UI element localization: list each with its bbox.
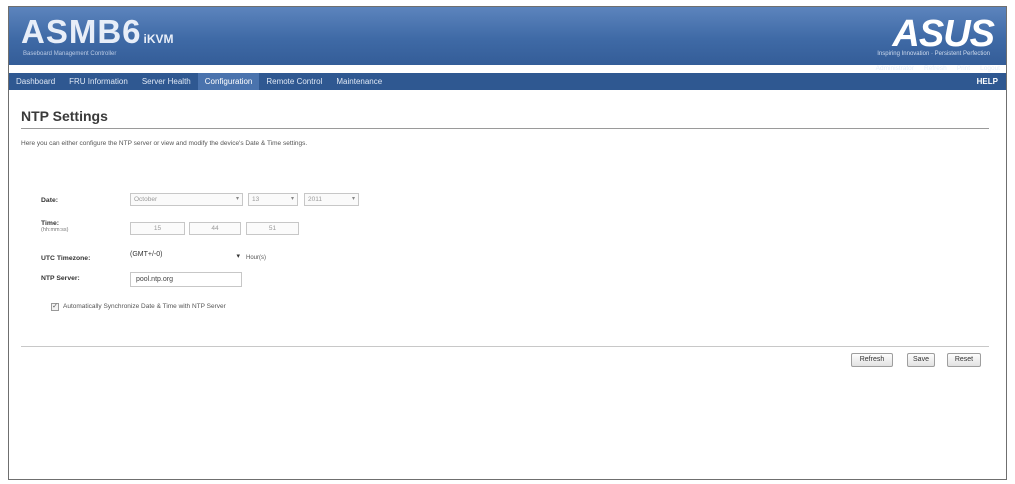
brand-name: ASMB6 [21, 13, 142, 50]
reset-button[interactable]: Reset [947, 353, 981, 367]
tab-maintenance[interactable]: Maintenance [329, 73, 389, 90]
help-link[interactable]: HELP [969, 77, 1006, 86]
form-divider [21, 346, 989, 347]
chevron-down-icon: ▾ [236, 253, 240, 260]
date-label: Date: [41, 197, 58, 204]
time-format-hint: (hh:mm:ss) [41, 227, 69, 233]
month-value: October [134, 196, 158, 203]
tab-configuration[interactable]: Configuration [197, 73, 260, 90]
tab-dashboard[interactable]: Dashboard [9, 73, 62, 90]
second-input[interactable]: 51 [246, 222, 299, 235]
minute-input[interactable]: 44 [189, 222, 241, 235]
day-select[interactable]: 13 ▾ [248, 193, 298, 206]
day-value: 13 [252, 196, 260, 203]
utc-timezone-label: UTC Timezone: [41, 255, 91, 262]
page-description: Here you can either configure the NTP se… [21, 140, 308, 147]
chevron-down-icon: ▾ [235, 196, 239, 202]
logout-link[interactable]: Logout [980, 65, 1000, 73]
time-label: Time: (hh:mm:ss) [41, 220, 69, 233]
logo-tagline: Inspiring Innovation · Persistent Perfec… [877, 51, 990, 57]
checkmark-icon: ✓ [52, 303, 58, 310]
brand-tagline: Baseboard Management Controller [23, 51, 117, 57]
year-select[interactable]: 2011 ▾ [304, 193, 359, 206]
brand-sub: iKVM [143, 32, 174, 46]
tab-remote-control[interactable]: Remote Control [259, 73, 329, 90]
year-value: 2011 [308, 196, 322, 203]
utility-links: Administrator Refresh Print Logout [876, 65, 1000, 73]
app-window: ASMB6 iKVM Baseboard Management Controlle… [8, 6, 1007, 480]
auto-sync-checkbox[interactable]: ✓ [51, 303, 59, 311]
ntp-server-label: NTP Server: [41, 275, 80, 282]
title-divider [21, 128, 989, 129]
utc-timezone-select[interactable]: (GMT+/-0) ▾ [130, 251, 240, 265]
time-label-text: Time: [41, 220, 60, 227]
page-title: NTP Settings [21, 108, 108, 124]
main-nav: Dashboard FRU Information Server Health … [9, 73, 1006, 90]
tab-fru-information[interactable]: FRU Information [62, 73, 135, 90]
chevron-down-icon: ▾ [351, 196, 355, 202]
refresh-link[interactable]: Refresh [924, 65, 947, 73]
utc-hours-hint: Hour(s) [246, 255, 267, 261]
user-link[interactable]: Administrator [876, 65, 914, 73]
month-select[interactable]: October ▾ [130, 193, 243, 206]
header-banner: ASMB6 iKVM Baseboard Management Controlle… [9, 7, 1006, 65]
tab-server-health[interactable]: Server Health [135, 73, 198, 90]
refresh-button[interactable]: Refresh [851, 353, 893, 367]
save-button[interactable]: Save [907, 353, 935, 367]
ntp-server-input[interactable]: pool.ntp.org [130, 272, 242, 287]
asus-logo: ASUS [892, 13, 995, 55]
hour-input[interactable]: 15 [130, 222, 185, 235]
auto-sync-label: Automatically Synchronize Date & Time wi… [63, 303, 226, 310]
print-link[interactable]: Print [957, 65, 970, 73]
utc-timezone-value: (GMT+/-0) [130, 251, 163, 258]
chevron-down-icon: ▾ [290, 196, 294, 202]
brand-logo: ASMB6 iKVM [21, 13, 174, 51]
